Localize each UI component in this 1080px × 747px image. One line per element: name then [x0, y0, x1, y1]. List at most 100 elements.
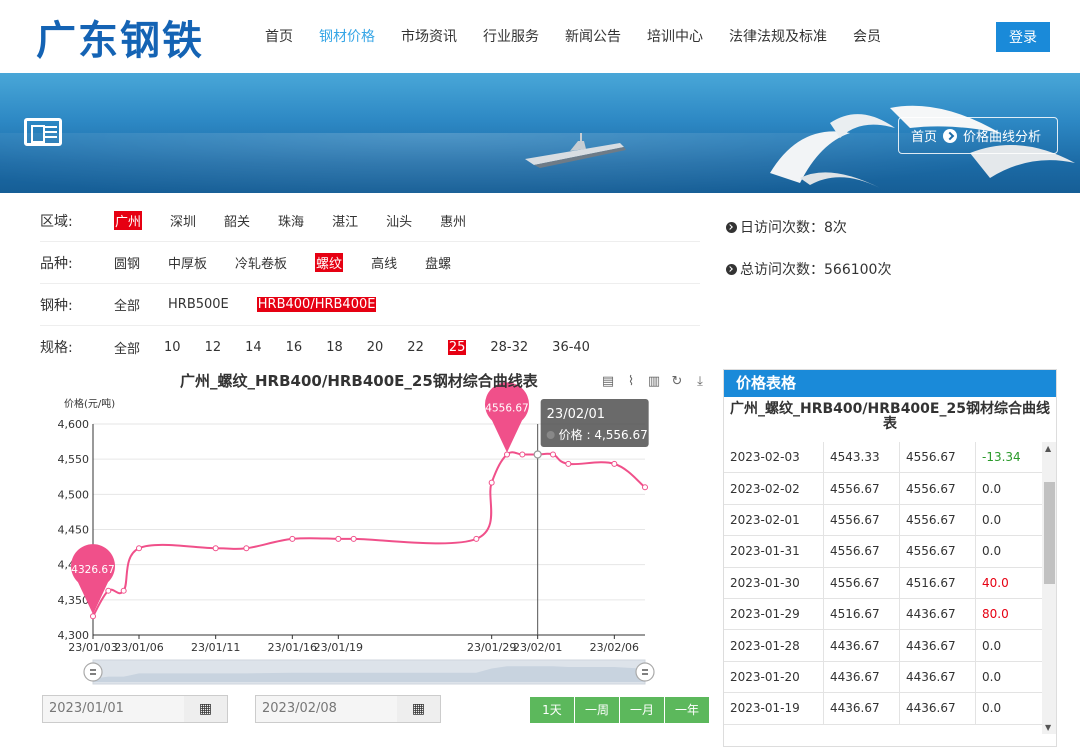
nav-item[interactable]: 法律法规及标准: [716, 26, 840, 46]
chart-title: 广州_螺纹_HRB400/HRB400E_25钢材综合曲线表: [180, 372, 538, 390]
table-cell: 2023-02-01: [724, 504, 824, 536]
data-point[interactable]: [642, 484, 648, 491]
data-point[interactable]: [565, 460, 572, 467]
data-point[interactable]: [136, 545, 142, 552]
marker-pin-label: 4556.67: [485, 402, 528, 414]
login-button[interactable]: 登录: [996, 22, 1050, 52]
nav-item[interactable]: 市场资讯: [388, 26, 470, 46]
filter-option[interactable]: 18: [326, 340, 343, 355]
nav-item[interactable]: 会员: [840, 26, 894, 46]
filter-option[interactable]: 25: [447, 339, 467, 355]
table-cell: 4543.33: [824, 442, 900, 473]
nav-item[interactable]: 钢材价格: [306, 26, 388, 46]
filter-row-region: 区域: 广州 深圳 韶关 珠海 湛江 汕头 惠州: [40, 200, 700, 242]
filter-option[interactable]: 16: [286, 340, 303, 355]
filter-option[interactable]: 22: [407, 340, 424, 355]
filter-option[interactable]: 深圳: [170, 211, 196, 230]
filter-option[interactable]: 高线: [371, 253, 397, 272]
filter-row-grade: 钢种: 全部 HRB500E HRB400/HRB400E: [40, 284, 700, 326]
filter-option[interactable]: 12: [205, 340, 222, 355]
chevron-right-icon: [943, 128, 958, 143]
breadcrumb-current: 价格曲线分析: [963, 130, 1042, 145]
filter-option[interactable]: 广州: [114, 211, 143, 230]
table-cell: 2023-01-29: [724, 598, 824, 630]
filter-option[interactable]: 韶关: [224, 211, 250, 230]
data-point[interactable]: [519, 451, 526, 458]
filter-option[interactable]: 惠州: [440, 211, 466, 230]
filter-row-product: 品种: 圆钢 中厚板 冷轧卷板 螺纹 高线 盘螺: [40, 242, 700, 284]
data-point[interactable]: [350, 535, 357, 542]
filter-option[interactable]: 螺纹: [315, 253, 344, 272]
range-button[interactable]: 一年: [665, 697, 709, 723]
news-icon: [24, 118, 62, 146]
site-logo[interactable]: 广东钢铁: [36, 8, 204, 66]
data-point[interactable]: [611, 460, 618, 467]
nav-item[interactable]: 行业服务: [470, 26, 552, 46]
filter-option[interactable]: 中厚板: [168, 253, 207, 272]
calendar-icon[interactable]: ▦: [184, 695, 228, 723]
data-point[interactable]: [335, 535, 342, 542]
data-view-icon[interactable]: ▤: [600, 374, 616, 390]
table-cell: 2023-02-03: [724, 442, 824, 473]
filter-option[interactable]: HRB500E: [168, 297, 229, 312]
chart-canvas[interactable]: 4,3004,3504,4004,4504,5004,5504,600价格(元/…: [40, 368, 712, 693]
scroll-thumb[interactable]: [1044, 482, 1055, 584]
line-chart-icon[interactable]: ⌇: [623, 374, 639, 390]
data-point[interactable]: [289, 535, 296, 542]
table-row: 2023-02-01 4556.67 4556.67 0.0: [724, 504, 1042, 537]
data-point[interactable]: [120, 587, 127, 594]
filter-option[interactable]: 20: [367, 340, 384, 355]
filter-option[interactable]: 湛江: [332, 211, 358, 230]
breadcrumb-home[interactable]: 首页: [911, 126, 937, 145]
range-button[interactable]: 一周: [575, 697, 619, 723]
nav-item[interactable]: 培训中心: [634, 26, 716, 46]
filter-option[interactable]: 全部: [114, 295, 140, 314]
data-point[interactable]: [550, 451, 556, 458]
table-cell: 40.0: [982, 575, 1009, 590]
range-button[interactable]: 1天: [530, 697, 574, 723]
scroll-down-icon[interactable]: ▼: [1045, 723, 1051, 732]
x-tick-label: 23/01/11: [191, 641, 240, 654]
data-point[interactable]: [90, 613, 96, 620]
data-point[interactable]: [105, 587, 112, 594]
table-scrollbar[interactable]: ▲ ▼: [1042, 442, 1056, 734]
filter-option[interactable]: 圆钢: [114, 253, 140, 272]
download-icon[interactable]: ⤓: [692, 374, 708, 390]
x-tick-label: 23/01/03: [68, 641, 117, 654]
filter-option[interactable]: HRB400/HRB400E: [256, 297, 377, 312]
data-point[interactable]: [212, 545, 219, 552]
nav-item[interactable]: 新闻公告: [552, 26, 634, 46]
filter-option[interactable]: 珠海: [278, 211, 304, 230]
marker-pin: 4556.67: [485, 382, 529, 453]
scroll-up-icon[interactable]: ▲: [1045, 444, 1051, 453]
filter-option[interactable]: 冷轧卷板: [235, 253, 287, 272]
filter-option[interactable]: 盘螺: [425, 253, 451, 272]
tooltip-dot: [546, 431, 555, 439]
zoom-handle-right[interactable]: [635, 662, 655, 682]
total-visits: 总访问次数：566100次: [726, 248, 891, 290]
table-cell: 4556.67: [824, 504, 900, 536]
range-button[interactable]: 一月: [620, 697, 664, 723]
chart-toolbox: ▤ ⌇ ▥ ↻ ⤓: [600, 374, 715, 390]
nav-item[interactable]: 首页: [252, 26, 306, 46]
filter-option[interactable]: 汕头: [386, 211, 412, 230]
table-cell: 4556.67: [900, 536, 976, 567]
data-point[interactable]: [488, 479, 495, 486]
price-table: 2023-02-03 4543.33 4556.67 -13.34 2023-02-02…: [724, 442, 1042, 725]
daily-visits: 日访问次数：8次: [726, 206, 891, 248]
filter-option[interactable]: 10: [164, 340, 181, 355]
data-point[interactable]: [473, 535, 480, 542]
calendar-icon[interactable]: ▦: [397, 695, 441, 723]
filter-option[interactable]: 28-32: [490, 340, 528, 355]
zoom-handle-left[interactable]: [83, 662, 103, 682]
data-point[interactable]: [243, 545, 250, 552]
filter-row-size: 规格: 全部 10 12 14 16 18 20 22 25 28-32 36-40: [40, 326, 700, 368]
refresh-icon[interactable]: ↻: [669, 374, 685, 390]
bar-chart-icon[interactable]: ▥: [646, 374, 662, 390]
data-point[interactable]: [504, 451, 510, 458]
filter-label: 钢种:: [40, 297, 73, 314]
x-tick-label: 23/01/16: [268, 641, 317, 654]
filter-option[interactable]: 14: [245, 340, 262, 355]
filter-option[interactable]: 全部: [114, 338, 140, 357]
filter-option[interactable]: 36-40: [552, 340, 590, 355]
